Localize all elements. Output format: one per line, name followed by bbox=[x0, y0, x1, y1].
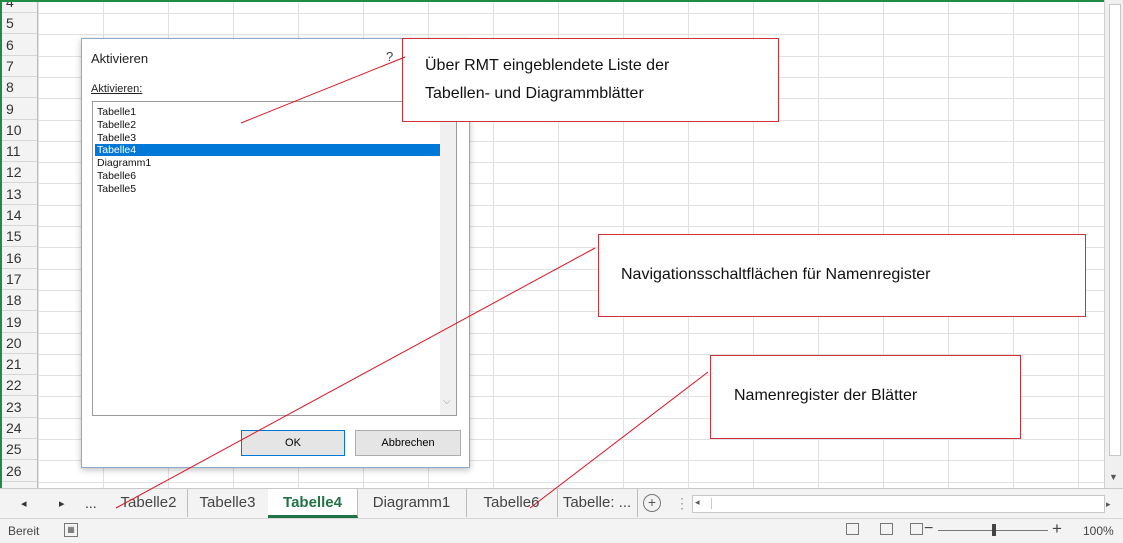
row-number[interactable]: 25 bbox=[0, 439, 37, 460]
page-break-view-icon[interactable] bbox=[910, 523, 923, 535]
row-number[interactable]: 20 bbox=[0, 333, 37, 354]
sheet-nav-prev-icon[interactable]: ◂ bbox=[21, 497, 27, 510]
row-number[interactable]: 10 bbox=[0, 120, 37, 141]
row-gridline bbox=[38, 34, 1104, 35]
row-number[interactable]: 16 bbox=[0, 248, 37, 269]
cancel-button[interactable]: Abbrechen bbox=[355, 430, 461, 456]
zoom-out-button[interactable]: − bbox=[924, 520, 933, 538]
sheet-tab[interactable]: Tabelle4 bbox=[268, 489, 358, 518]
macro-record-icon[interactable]: ▦ bbox=[64, 523, 78, 537]
sheet-nav-next-icon[interactable]: ▸ bbox=[59, 497, 65, 510]
row-number[interactable]: 17 bbox=[0, 269, 37, 290]
sheet-list[interactable]: ⌵ Tabelle1 Tabelle2 Tabelle3 Tabelle4 Diagra… bbox=[92, 101, 457, 416]
callout-sheet-tabs: Namenregister der Blätter bbox=[710, 355, 1021, 439]
row-number[interactable]: 11 bbox=[0, 141, 37, 162]
add-sheet-icon[interactable]: + bbox=[643, 494, 661, 512]
row-number[interactable]: 14 bbox=[0, 205, 37, 226]
list-label: Aktivieren: bbox=[91, 83, 143, 95]
sheet-list-item[interactable]: Diagramm1 bbox=[95, 157, 440, 169]
row-number[interactable]: 24 bbox=[0, 418, 37, 439]
ok-button[interactable]: OK bbox=[241, 430, 345, 456]
row-gridline bbox=[38, 13, 1104, 14]
row-number[interactable]: 8 bbox=[0, 77, 37, 98]
chevron-down-icon[interactable]: ⌵ bbox=[443, 396, 451, 407]
tab-splitter-icon[interactable]: ⋮ bbox=[675, 495, 689, 512]
sheet-list-item[interactable]: Tabelle3 bbox=[95, 132, 440, 144]
zoom-level[interactable]: 100% bbox=[1083, 524, 1114, 538]
row-number[interactable]: 7 bbox=[0, 56, 37, 77]
sheet-tab[interactable]: Tabelle3 bbox=[187, 489, 269, 517]
row-gridline bbox=[38, 482, 1104, 483]
row-number[interactable]: 13 bbox=[0, 184, 37, 205]
row-number[interactable]: 15 bbox=[0, 226, 37, 247]
status-bar: Bereit ▦ − + 100% bbox=[0, 518, 1123, 543]
sheet-tab[interactable]: Tabelle2 bbox=[110, 489, 188, 517]
horizontal-scrollbar[interactable]: ◂ bbox=[692, 495, 1105, 513]
zoom-in-button[interactable]: + bbox=[1052, 519, 1062, 539]
selection-edge bbox=[0, 2, 2, 490]
help-icon[interactable]: ? bbox=[386, 49, 393, 64]
horizontal-scroll-thumb[interactable] bbox=[711, 498, 1032, 509]
sheet-list-item[interactable]: Tabelle4 bbox=[95, 144, 440, 157]
row-number[interactable]: 23 bbox=[0, 397, 37, 418]
vertical-scrollbar[interactable]: ▼ bbox=[1104, 0, 1123, 488]
sheet-tab[interactable]: Tabelle6 bbox=[466, 489, 558, 517]
status-text: Bereit bbox=[8, 524, 40, 538]
vertical-scroll-thumb[interactable] bbox=[1109, 4, 1121, 456]
callout-navigation: Navigationsschaltflächen für Namenregist… bbox=[598, 234, 1086, 317]
row-number[interactable]: 21 bbox=[0, 354, 37, 375]
page-layout-view-icon[interactable] bbox=[880, 523, 893, 535]
column-gridline bbox=[38, 2, 39, 490]
zoom-slider-thumb[interactable] bbox=[992, 524, 996, 536]
dialog-title: Aktivieren bbox=[91, 51, 149, 66]
callout-sheet-list: Über RMT eingeblendete Liste der Tabelle… bbox=[402, 38, 779, 122]
callout-text: Namenregister der Blätter bbox=[734, 387, 918, 404]
row-number[interactable]: 9 bbox=[0, 99, 37, 120]
scroll-left-icon[interactable]: ◂ bbox=[695, 497, 700, 508]
sheet-tab-bar: ◂ ▸ ... Tabelle2 Tabelle3 Tabelle4 Diagramm… bbox=[0, 488, 1123, 519]
sheet-nav-more[interactable]: ... bbox=[85, 495, 97, 511]
row-number[interactable]: 12 bbox=[0, 162, 37, 183]
sheet-list-item[interactable]: Tabelle2 bbox=[95, 119, 440, 131]
row-number[interactable]: 22 bbox=[0, 375, 37, 396]
row-number[interactable]: 18 bbox=[0, 290, 37, 311]
row-header: 4 5 6 7 8 9 10 11 12 13 14 15 16 17 18 19 20 21 22 23 24 25 26 bbox=[0, 2, 38, 490]
sheet-list-item[interactable]: Tabelle5 bbox=[95, 183, 440, 195]
callout-text-line: Tabellen- und Diagrammblätter bbox=[425, 85, 644, 102]
row-number[interactable]: 6 bbox=[0, 35, 37, 56]
scroll-right-icon[interactable]: ▸ bbox=[1106, 499, 1111, 510]
sheet-tab[interactable]: Tabelle: ... bbox=[557, 489, 638, 517]
row-number[interactable]: 19 bbox=[0, 312, 37, 333]
row-number[interactable]: 4 bbox=[0, 2, 37, 13]
callout-text: Navigationsschaltflächen für Namenregist… bbox=[621, 266, 931, 283]
sheet-list-item[interactable]: Tabelle6 bbox=[95, 170, 440, 182]
sheet-list-item[interactable]: Tabelle1 bbox=[95, 106, 440, 118]
row-number[interactable]: 5 bbox=[0, 13, 37, 34]
sheet-tab[interactable]: Diagramm1 bbox=[357, 489, 467, 517]
row-number[interactable]: 26 bbox=[0, 461, 37, 482]
scroll-down-icon[interactable]: ▼ bbox=[1109, 472, 1118, 482]
callout-text-line: Über RMT eingeblendete Liste der bbox=[425, 57, 670, 74]
normal-view-icon[interactable] bbox=[846, 523, 859, 535]
list-scrollbar[interactable]: ⌵ bbox=[440, 102, 456, 415]
